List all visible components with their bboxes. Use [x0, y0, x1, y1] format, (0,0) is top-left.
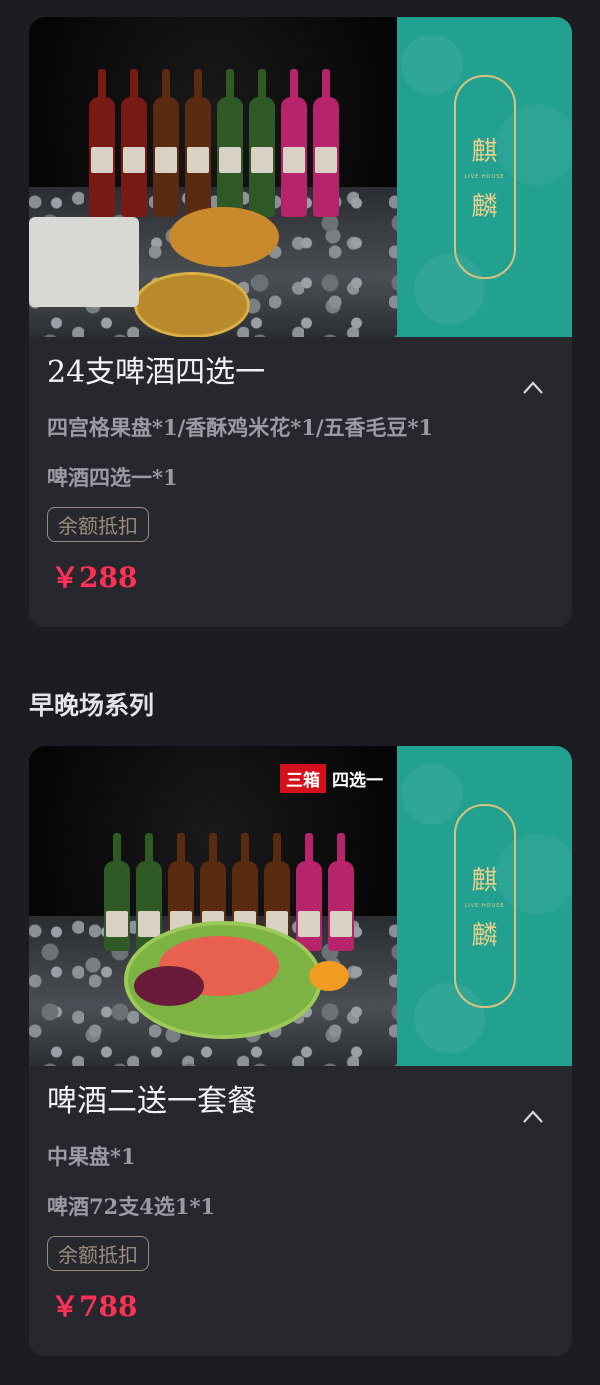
card-hero: 麒 LIVE HOUSE 麟	[29, 17, 572, 337]
edamame-plate	[134, 272, 250, 337]
chevron-up-icon[interactable]	[522, 377, 544, 399]
package-card[interactable]: 三箱 四选一 麒 LIVE HOUSE 麟 啤酒二送一套餐 中果盘*1 啤酒72…	[29, 746, 572, 1356]
package-item: 中果盘*1	[47, 1144, 136, 1169]
card-info: 啤酒二送一套餐 中果盘*1 啤酒72支4选1*1 余额抵扣 ￥788	[29, 1082, 572, 1325]
product-photo	[29, 17, 397, 337]
beer-bottles	[89, 69, 339, 217]
package-item: 四宫格果盘*1/香酥鸡米花*1/五香毛豆*1	[47, 415, 434, 440]
snack-plate	[169, 207, 279, 267]
fruit-tray	[29, 217, 139, 307]
package-title: 24支啤酒四选一	[47, 355, 266, 390]
package-card[interactable]: 麒 LIVE HOUSE 麟 24支啤酒四选一 四宫格果盘*1/香酥鸡米花*1/…	[29, 17, 572, 627]
package-item: 啤酒四选一*1	[47, 465, 178, 490]
card-hero: 三箱 四选一 麒 LIVE HOUSE 麟	[29, 746, 572, 1066]
chevron-up-icon[interactable]	[522, 1106, 544, 1128]
promo-badge-text: 四选一	[332, 771, 383, 791]
promo-badge-red: 三箱	[280, 764, 326, 793]
brand-panel: 麒 LIVE HOUSE 麟	[397, 17, 572, 337]
promo-badge: 三箱 四选一	[280, 764, 383, 793]
package-price: ￥288	[51, 561, 138, 594]
grapes	[134, 966, 204, 1006]
balance-deduct-tag: 余额抵扣	[47, 1236, 149, 1271]
package-price: ￥788	[51, 1290, 138, 1323]
orange-slice	[309, 961, 349, 991]
section-title: 早晚场系列	[29, 691, 155, 720]
balance-deduct-tag: 余额抵扣	[47, 507, 149, 542]
card-info: 24支啤酒四选一 四宫格果盘*1/香酥鸡米花*1/五香毛豆*1 啤酒四选一*1 …	[29, 353, 572, 596]
package-item: 啤酒72支4选1*1	[47, 1194, 216, 1219]
product-photo: 三箱 四选一	[29, 746, 397, 1066]
brand-logo: 麒 LIVE HOUSE 麟	[453, 804, 516, 1008]
brand-panel: 麒 LIVE HOUSE 麟	[397, 746, 572, 1066]
package-title: 啤酒二送一套餐	[47, 1084, 257, 1119]
brand-logo: 麒 LIVE HOUSE 麟	[453, 75, 516, 279]
